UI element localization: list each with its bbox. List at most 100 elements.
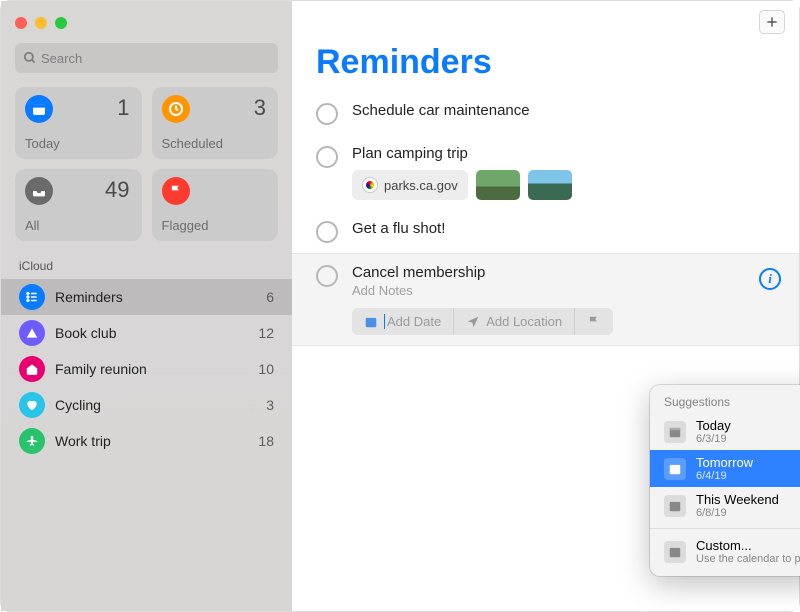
suggestion-this-weekend[interactable]: This Weekend6/8/19 [650,487,800,524]
reminder-title: Schedule car maintenance [352,102,779,119]
sidebar-item-count: 6 [266,289,274,305]
suggestion-label: Tomorrow [696,455,753,470]
smart-today[interactable]: 1 Today [15,87,142,159]
flag-icon [587,315,601,329]
sidebar-lists: Reminders 6 Book club 12 Family reunion … [1,279,292,611]
close-window-button[interactable] [15,17,27,29]
suggestion-date: 6/8/19 [696,507,779,519]
calendar-icon [664,495,686,517]
smart-all-count: 49 [105,177,129,203]
window-controls [1,11,292,43]
sidebar-item-count: 12 [258,325,274,341]
smart-all-label: All [25,218,39,233]
info-button[interactable]: i [759,268,781,290]
smart-scheduled[interactable]: 3 Scheduled [152,87,279,159]
calendar-icon [364,315,378,329]
add-reminder-button[interactable] [759,10,785,34]
divider [650,528,800,529]
flag-icon [162,177,190,205]
smart-lists: 1 Today 3 Scheduled 49 All [1,87,292,257]
suggestion-tomorrow[interactable]: Tomorrow6/4/19 [650,450,800,487]
reminder-row[interactable]: Schedule car maintenance [292,92,799,135]
smart-today-count: 1 [117,95,129,121]
link-attachment[interactable]: parks.ca.gov [352,170,468,200]
image-attachment[interactable] [528,170,572,200]
sidebar-item-book-club[interactable]: Book club 12 [1,315,292,351]
reminder-title: Get a flu shot! [352,220,779,237]
sidebar-item-work-trip[interactable]: Work trip 18 [1,423,292,459]
calendar-icon [664,421,686,443]
complete-toggle[interactable] [316,221,338,243]
calendar-today-icon [25,95,53,123]
notes-field[interactable]: Add Notes [352,283,779,298]
suggestion-sublabel: Use the calendar to pick a date [696,553,800,565]
date-suggestions-popover: Suggestions Today6/3/19 Tomorrow6/4/19 T… [650,385,800,576]
reminder-title: Plan camping trip [352,145,779,162]
complete-toggle[interactable] [316,265,338,287]
sidebar-item-label: Cycling [55,397,101,413]
tent-icon [19,320,45,346]
add-location-button[interactable]: Add Location [454,308,575,335]
smart-today-label: Today [25,136,60,151]
add-date-button[interactable]: Add Date [352,308,454,335]
search-input[interactable]: Search [15,43,278,73]
sidebar-item-label: Book club [55,325,116,341]
add-location-label: Add Location [486,314,562,329]
sidebar-item-family-reunion[interactable]: Family reunion 10 [1,351,292,387]
add-date-label: Add Date [384,314,441,329]
suggestion-today[interactable]: Today6/3/19 [650,413,800,450]
plus-icon [765,15,779,29]
sidebar-item-cycling[interactable]: Cycling 3 [1,387,292,423]
smart-scheduled-label: Scheduled [162,136,223,151]
main-content: Reminders Schedule car maintenance Plan … [292,1,799,611]
sidebar-item-label: Work trip [55,433,111,449]
house-icon [19,356,45,382]
add-flag-button[interactable] [575,308,613,335]
sidebar: Search 1 Today 3 Scheduled [1,1,292,611]
suggestion-label: Custom... [696,538,800,553]
smart-all[interactable]: 49 All [15,169,142,241]
minimize-window-button[interactable] [35,17,47,29]
sidebar-section-header[interactable]: iCloud [1,257,292,279]
complete-toggle[interactable] [316,146,338,168]
quick-edit-toolbar: Add Date Add Location [352,308,613,335]
reminder-row[interactable]: Get a flu shot! [292,210,799,253]
list-bullets-icon [19,284,45,310]
sidebar-item-reminders[interactable]: Reminders 6 [1,279,292,315]
calendar-icon [664,541,686,563]
sidebar-item-count: 18 [258,433,274,449]
suggestion-date: 6/4/19 [696,470,753,482]
location-arrow-icon [466,315,480,329]
clock-icon [162,95,190,123]
favicon-icon [362,177,378,193]
sidebar-item-label: Reminders [55,289,123,305]
search-placeholder: Search [41,51,82,66]
sidebar-item-label: Family reunion [55,361,147,377]
airplane-icon [19,428,45,454]
zoom-window-button[interactable] [55,17,67,29]
complete-toggle[interactable] [316,103,338,125]
suggestion-label: This Weekend [696,492,779,507]
smart-flagged-label: Flagged [162,218,209,233]
popover-header: Suggestions [650,391,800,413]
calendar-icon [664,458,686,480]
list-title: Reminders [292,43,799,92]
tray-icon [25,177,53,205]
suggestion-label: Today [696,418,731,433]
smart-scheduled-count: 3 [254,95,266,121]
suggestion-date: 6/3/19 [696,433,731,445]
reminder-attachments: parks.ca.gov [352,170,779,200]
smart-flagged[interactable]: Flagged [152,169,279,241]
image-attachment[interactable] [476,170,520,200]
search-icon [23,51,37,65]
reminder-row-editing[interactable]: Cancel membership Add Notes Add Date Add… [292,253,799,346]
link-text: parks.ca.gov [384,178,458,193]
sidebar-item-count: 10 [258,361,274,377]
sidebar-item-count: 3 [266,397,274,413]
suggestion-custom[interactable]: Custom...Use the calendar to pick a date [650,533,800,570]
heart-icon [19,392,45,418]
top-toolbar [292,1,799,43]
reminder-title[interactable]: Cancel membership [352,264,779,281]
reminder-row[interactable]: Plan camping trip parks.ca.gov [292,135,799,210]
reminder-list: Schedule car maintenance Plan camping tr… [292,92,799,346]
